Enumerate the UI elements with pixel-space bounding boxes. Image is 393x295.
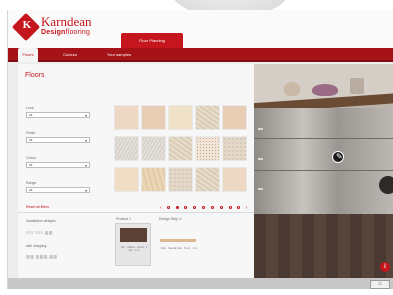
page-dot[interactable] <box>219 206 223 210</box>
reset-filters-link[interactable]: Reset all filters <box>26 205 49 209</box>
design-strip-label[interactable]: Design Strip ✕ <box>159 217 182 221</box>
range-select[interactable]: All ▾ <box>26 187 90 193</box>
design-strip-details: Strip · Natural Oak · 5 mm · 1 m² <box>160 247 198 250</box>
colour-select[interactable]: All ▾ <box>26 162 90 168</box>
stripping-label: with stripping <box>26 244 47 248</box>
edit-room-icon[interactable]: ✎ <box>332 151 344 163</box>
floor-swatch[interactable] <box>222 167 247 192</box>
floor-swatch[interactable] <box>222 136 247 161</box>
tab-floor-planning[interactable]: Floor Planning <box>121 33 183 48</box>
filter-label-finish: Finish <box>26 131 36 135</box>
chevron-down-icon: ▾ <box>84 188 87 193</box>
finish-select[interactable]: All ▾ <box>26 137 90 143</box>
cabinet <box>254 108 393 218</box>
page-dot[interactable] <box>184 206 188 210</box>
page-dot[interactable] <box>228 206 232 210</box>
divider <box>18 212 254 213</box>
design-strip-swatch <box>160 239 196 242</box>
page-dot[interactable] <box>237 206 241 210</box>
stripping-options[interactable]: ▥▥ ▥▥▥ ▥▥ <box>26 254 57 259</box>
brand-name: Karndean <box>41 14 92 29</box>
page-dot-active[interactable] <box>175 206 179 210</box>
chevron-down-icon: ▾ <box>84 138 87 143</box>
room-select-button[interactable]: ⌂ <box>370 280 390 289</box>
footer-bar <box>8 278 393 289</box>
app-window: K Karndean Designflooring Floor Planning… <box>7 10 393 289</box>
canister-image <box>350 78 364 94</box>
room-preview[interactable] <box>254 64 393 278</box>
cabinet-seam <box>254 170 393 171</box>
chevron-down-icon: ▾ <box>84 113 87 118</box>
product-swatch <box>120 228 147 242</box>
floor-swatch[interactable] <box>114 167 139 192</box>
cabinet-handle <box>258 128 263 130</box>
floor-swatch[interactable] <box>168 136 193 161</box>
tab-colours[interactable]: Colours <box>58 48 82 62</box>
chevron-down-icon: ▾ <box>84 163 87 168</box>
logo-icon[interactable]: K <box>11 12 41 42</box>
info-icon[interactable]: i <box>380 262 390 272</box>
filter-label-look: Look <box>26 106 34 110</box>
installation-label: Installation designs <box>26 219 56 223</box>
floors-panel: Floors Look All ▾ Finish All ▾ Colour All ▾… <box>18 64 254 278</box>
floor-swatch[interactable] <box>114 105 139 130</box>
product-card[interactable]: Van · Walnut · Wood · 1 Jan · 1 m² <box>115 223 151 266</box>
header: K Karndean Designflooring Floor Planning <box>8 10 393 48</box>
vase-image <box>284 82 300 96</box>
product-label: Product 1 <box>116 217 131 221</box>
floor-swatch[interactable] <box>141 105 166 130</box>
flower-bowl-image <box>312 84 338 96</box>
floor-preview[interactable] <box>254 214 393 278</box>
floor-swatch[interactable] <box>168 167 193 192</box>
floor-swatch[interactable] <box>141 136 166 161</box>
floor-swatch[interactable] <box>222 105 247 130</box>
filter-label-range: Range <box>26 181 37 185</box>
main-nav: Floors Colours Your samples <box>8 48 393 62</box>
page-dot[interactable] <box>210 206 214 210</box>
product-details: Van · Walnut · Wood · 1 Jan · 1 m² <box>120 246 148 252</box>
cabinet-handle <box>258 158 263 160</box>
look-select[interactable]: All ▾ <box>26 112 90 118</box>
page-dot[interactable] <box>193 206 197 210</box>
page-dot[interactable] <box>166 206 170 210</box>
floor-swatch[interactable] <box>141 167 166 192</box>
next-page-icon[interactable]: › <box>246 205 248 211</box>
page-dot[interactable] <box>202 206 206 210</box>
floor-swatch[interactable] <box>195 167 220 192</box>
tab-your-samples[interactable]: Your samples <box>100 48 138 62</box>
floor-swatch[interactable] <box>168 105 193 130</box>
chair-image <box>379 176 393 194</box>
floor-swatch[interactable] <box>114 136 139 161</box>
prev-page-icon[interactable]: ‹ <box>160 205 162 211</box>
cabinet-handle <box>258 188 263 190</box>
floor-swatch[interactable] <box>195 105 220 130</box>
brand-tagline: Designflooring <box>41 29 91 36</box>
panel-title: Floors <box>25 72 45 79</box>
cabinet-seam <box>254 138 393 139</box>
pagination: ‹ › <box>160 199 247 211</box>
filter-label-colour: Colour <box>26 156 37 160</box>
installation-options[interactable]: ≡≡≡ ≡≡≡ ▥▥ <box>26 230 53 235</box>
floor-swatch[interactable] <box>195 136 220 161</box>
tab-floors[interactable]: Floors <box>18 48 38 62</box>
